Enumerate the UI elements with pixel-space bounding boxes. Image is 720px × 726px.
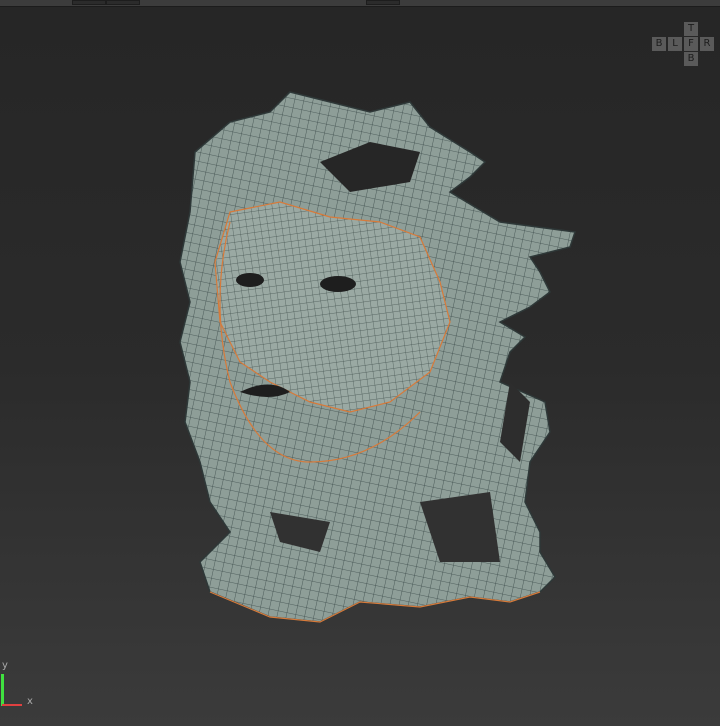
x-axis-label: x [27, 696, 33, 707]
eye-left [236, 273, 264, 287]
toolbar-button[interactable] [106, 0, 140, 5]
x-axis-icon [2, 704, 22, 706]
viewport-toolbar [0, 0, 720, 7]
viewcube-right[interactable]: R [700, 37, 714, 51]
toolbar-button[interactable] [72, 0, 106, 5]
y-axis-label: y [2, 660, 8, 671]
viewcube-top[interactable]: T [684, 22, 698, 36]
axis-gizmo: y x [0, 660, 40, 712]
viewcube-bottom[interactable]: B [684, 52, 698, 66]
y-axis-icon [1, 674, 4, 706]
eye-right [320, 276, 356, 292]
lion-head-mesh[interactable] [170, 82, 580, 632]
viewcube-left[interactable]: L [668, 37, 682, 51]
viewcube-back[interactable]: B [652, 37, 666, 51]
3d-viewport[interactable]: T B L F R B y x [0, 7, 720, 726]
viewcube-front[interactable]: F [684, 37, 698, 51]
toolbar-button[interactable] [366, 0, 400, 5]
